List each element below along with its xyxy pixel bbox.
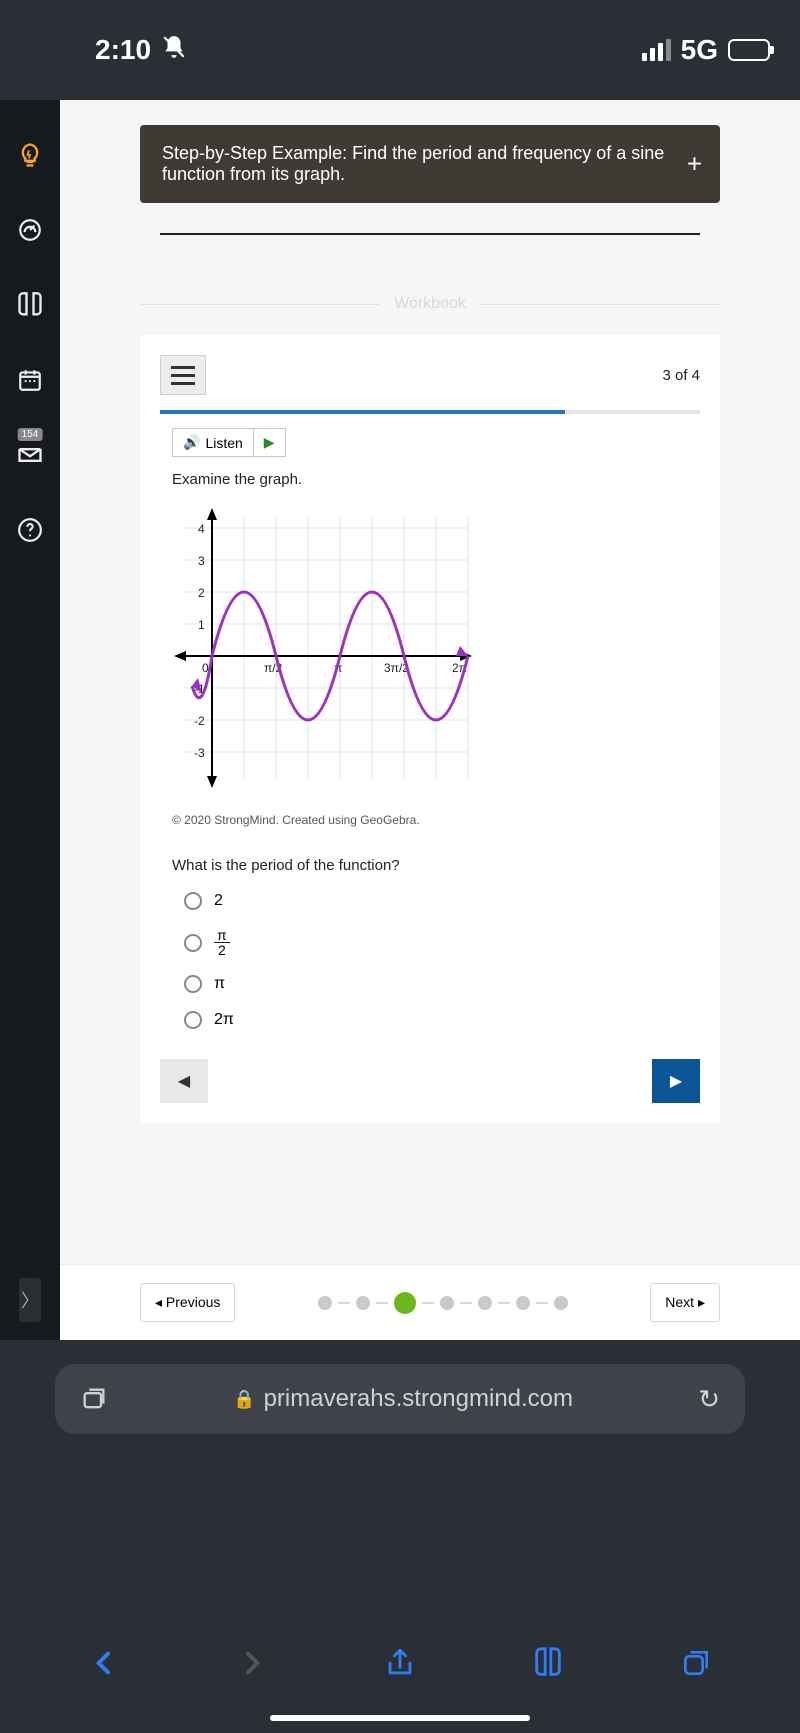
network-label: 5G	[681, 34, 718, 66]
tabs-icon[interactable]	[80, 1385, 108, 1413]
back-icon[interactable]	[84, 1643, 124, 1683]
mail-icon[interactable]: 154	[15, 440, 45, 470]
forward-icon	[232, 1643, 272, 1683]
svg-text:2: 2	[198, 586, 205, 600]
pager-row: ◂ Previous Next ▸	[60, 1264, 800, 1340]
divider	[160, 233, 700, 235]
instruction-text: Examine the graph.	[172, 471, 700, 488]
page-counter: 3 of 4	[662, 367, 700, 384]
reload-icon[interactable]: ↻	[698, 1384, 720, 1415]
workbook-section-label: Workbook	[140, 295, 720, 313]
svg-text:1: 1	[198, 618, 205, 632]
status-time: 2:10	[95, 34, 151, 66]
lightbulb-icon[interactable]	[15, 140, 45, 170]
rail-expand-button[interactable]: 〉	[19, 1278, 41, 1322]
signal-icon	[642, 39, 671, 61]
example-title: Step-by-Step Example: Find the period an…	[162, 143, 664, 184]
next-button[interactable]: Next ▸	[650, 1283, 720, 1322]
progress-bar	[160, 410, 700, 414]
sine-graph: 4321 -1-2-3 0 π/2π3π/22π	[172, 498, 700, 803]
battery-icon	[728, 39, 770, 61]
option-c[interactable]: π	[184, 975, 700, 993]
book-icon[interactable]	[15, 290, 45, 320]
page-dots[interactable]	[318, 1292, 568, 1314]
question-text: What is the period of the function?	[172, 857, 700, 874]
plus-icon: +	[687, 149, 702, 180]
option-b[interactable]: π2	[184, 928, 700, 957]
play-icon: ▶	[253, 429, 285, 456]
share-icon[interactable]	[380, 1643, 420, 1683]
lock-icon: 🔒	[233, 1389, 255, 1410]
example-header[interactable]: Step-by-Step Example: Find the period an…	[140, 125, 720, 203]
speaker-icon: 🔊	[183, 434, 200, 451]
option-a[interactable]: 2	[184, 892, 700, 910]
help-icon[interactable]	[15, 515, 45, 545]
workbook-prev-button[interactable]: ◀	[160, 1059, 208, 1103]
content-area: Step-by-Step Example: Find the period an…	[60, 100, 800, 1340]
home-indicator[interactable]	[270, 1715, 530, 1721]
option-d[interactable]: 2π	[184, 1011, 700, 1029]
svg-text:4: 4	[198, 522, 205, 536]
listen-button[interactable]: 🔊Listen ▶	[172, 428, 286, 457]
mail-badge: 154	[18, 428, 43, 441]
bell-off-icon	[161, 34, 187, 67]
svg-text:3: 3	[198, 554, 205, 568]
gauge-icon[interactable]	[15, 215, 45, 245]
workbook-card: 3 of 4 🔊Listen ▶ Examine the graph.	[140, 335, 720, 1123]
calendar-icon[interactable]	[15, 365, 45, 395]
previous-button[interactable]: ◂ Previous	[140, 1283, 235, 1322]
left-rail: 154 〉	[0, 100, 60, 1340]
copyright-text: © 2020 StrongMind. Created using GeoGebr…	[172, 813, 700, 827]
url-text: primaverahs.strongmind.com	[264, 1385, 573, 1413]
status-bar: 2:10 5G	[0, 0, 800, 100]
browser-url-bar[interactable]: 🔒 primaverahs.strongmind.com ↻	[55, 1364, 745, 1434]
bookmarks-icon[interactable]	[528, 1643, 568, 1683]
workbook-next-button[interactable]: ▶	[652, 1059, 700, 1103]
svg-text:-3: -3	[194, 746, 205, 760]
tabs-button-icon[interactable]	[676, 1643, 716, 1683]
svg-text:-2: -2	[194, 714, 205, 728]
menu-button[interactable]	[160, 355, 206, 395]
